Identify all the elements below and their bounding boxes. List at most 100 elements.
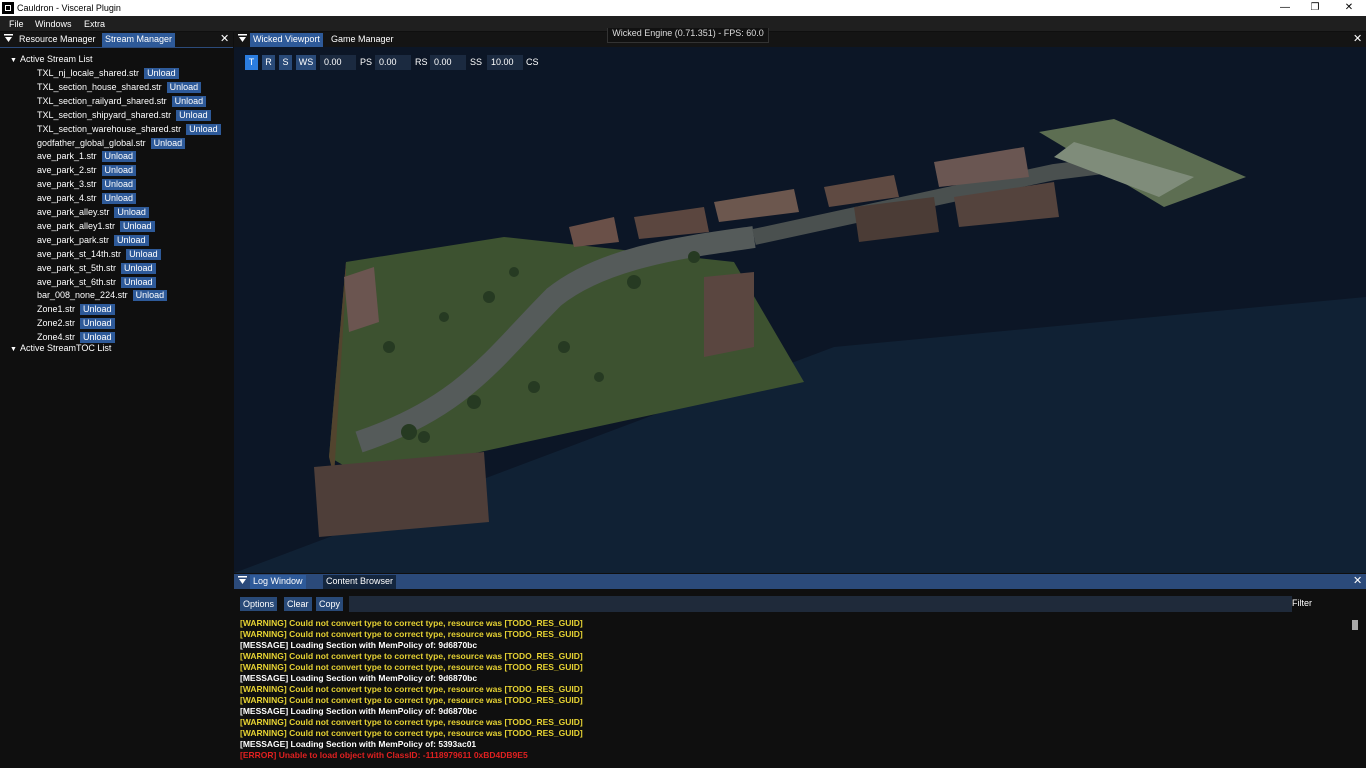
tab-log-window[interactable]: Log Window bbox=[250, 575, 306, 589]
stream-filename: ave_park_2.str bbox=[37, 165, 97, 176]
tab-content-browser[interactable]: Content Browser bbox=[323, 575, 397, 589]
stream-filename: Zone4.str bbox=[37, 332, 76, 343]
unload-button[interactable]: Unload bbox=[150, 137, 186, 149]
fps-overlay: Wicked Engine (0.71.351) - FPS: 60.0 bbox=[607, 28, 769, 43]
unload-button[interactable]: Unload bbox=[144, 68, 179, 79]
stream-filename: TXL_section_shipyard_shared.str bbox=[37, 109, 172, 120]
log-tab-panel: Log Window Content Browser ✕ bbox=[234, 574, 1366, 590]
log-line: [WARNING] Could not convert type to corr… bbox=[240, 629, 583, 639]
stream-filename: ave_park_alley.str bbox=[37, 207, 110, 217]
stream-filename: TXL_section_house_shared.str bbox=[37, 81, 162, 92]
log-line: [WARNING] Could not convert type to corr… bbox=[240, 618, 583, 628]
log-line: [MESSAGE] Loading Section with MemPolicy… bbox=[240, 673, 478, 683]
log-line: [WARNING] Could not convert type to corr… bbox=[240, 717, 583, 727]
stream-filename: ave_park_st_6th.str bbox=[37, 276, 117, 287]
rs-value-field[interactable]: 0.00 bbox=[430, 55, 466, 70]
stream-row: ave_park_3.str Unload bbox=[37, 178, 137, 191]
tree-node-active-stream-list[interactable]: ▼ Active Stream List bbox=[10, 54, 93, 64]
chevron-down-icon: ▼ bbox=[10, 346, 17, 353]
unload-button[interactable]: Unload bbox=[80, 304, 115, 316]
unload-button[interactable]: Unload bbox=[171, 95, 207, 107]
close-icon[interactable]: ✕ bbox=[1353, 575, 1362, 588]
unload-button[interactable]: Unload bbox=[101, 151, 137, 163]
stream-row: TXL_nj_locale_shared.str Unload bbox=[37, 67, 179, 79]
unload-button[interactable]: Unload bbox=[101, 165, 137, 177]
menu-windows[interactable]: Windows bbox=[35, 19, 72, 29]
stream-filename: TXL_section_railyard_shared.str bbox=[37, 95, 167, 106]
log-window: Options Clear Copy Filter [WARNING] Coul… bbox=[234, 589, 1366, 768]
tab-wicked-viewport[interactable]: Wicked Viewport bbox=[250, 33, 323, 47]
filter-label: Filter bbox=[1292, 598, 1312, 608]
world-space-button[interactable]: WS bbox=[296, 55, 316, 70]
scene-render bbox=[234, 47, 1366, 573]
menu-file[interactable]: File bbox=[9, 19, 24, 29]
unload-button[interactable]: Unload bbox=[101, 179, 137, 191]
unload-button[interactable]: Unload bbox=[132, 290, 168, 302]
clear-button[interactable]: Clear bbox=[284, 597, 312, 611]
stream-row: bar_008_none_224.str Unload bbox=[37, 289, 168, 302]
unload-button[interactable]: Unload bbox=[121, 262, 156, 274]
log-line: [WARNING] Could not convert type to corr… bbox=[240, 695, 583, 705]
unload-button[interactable]: Unload bbox=[176, 109, 211, 121]
log-line: [WARNING] Could not convert type to corr… bbox=[240, 662, 583, 672]
ss-value-field[interactable]: 10.00 bbox=[487, 55, 523, 70]
stream-row: ave_park_st_5th.str Unload bbox=[37, 262, 156, 274]
rotate-tool-button[interactable]: R bbox=[262, 55, 275, 70]
unload-button[interactable]: Unload bbox=[114, 234, 149, 246]
cs-label: CS bbox=[526, 57, 539, 67]
section-label: Active StreamTOC List bbox=[20, 343, 112, 353]
unload-button[interactable]: Unload bbox=[114, 207, 149, 218]
unload-button[interactable]: Unload bbox=[166, 81, 202, 93]
tab-resource-manager[interactable]: Resource Manager bbox=[16, 33, 99, 47]
tab-stream-manager[interactable]: Stream Manager bbox=[102, 33, 176, 47]
log-scrollbar[interactable] bbox=[1352, 620, 1358, 630]
stream-row: ave_park_alley.str Unload bbox=[37, 206, 149, 218]
unload-button[interactable]: Unload bbox=[186, 123, 221, 135]
stream-filename: godfather_global_global.str bbox=[37, 137, 146, 148]
stream-filename: ave_park_alley1.str bbox=[37, 220, 116, 231]
unload-button[interactable]: Unload bbox=[120, 220, 155, 232]
ws-value-field[interactable]: 0.00 bbox=[320, 55, 356, 70]
translate-tool-button[interactable]: T bbox=[245, 55, 258, 70]
stream-row: ave_park_4.str Unload bbox=[37, 192, 137, 205]
section-label: Active Stream List bbox=[20, 54, 93, 64]
close-icon[interactable]: ✕ bbox=[220, 33, 229, 46]
stream-filename: ave_park_3.str bbox=[37, 179, 97, 190]
window-titlebar: Cauldron - Visceral Plugin — ❐ ✕ bbox=[0, 0, 1366, 16]
tree-node-active-streamtoc-list[interactable]: ▼ Active StreamTOC List bbox=[10, 343, 111, 353]
stream-row: TXL_section_shipyard_shared.str Unload bbox=[37, 109, 211, 121]
left-tab-bar: Resource Manager Stream Manager ✕ bbox=[0, 32, 233, 48]
chevron-down-icon: ▼ bbox=[10, 57, 17, 64]
unload-button[interactable]: Unload bbox=[101, 193, 137, 205]
tab-game-manager[interactable]: Game Manager bbox=[328, 33, 397, 47]
log-line: [WARNING] Could not convert type to corr… bbox=[240, 651, 583, 661]
ps-label: PS bbox=[360, 57, 373, 67]
unload-button[interactable]: Unload bbox=[121, 276, 156, 288]
stream-row: TXL_section_railyard_shared.str Unload bbox=[37, 95, 207, 107]
stream-filename: Zone1.str bbox=[37, 304, 76, 315]
options-button[interactable]: Options bbox=[240, 597, 278, 611]
unload-button[interactable]: Unload bbox=[80, 332, 115, 344]
3d-viewport[interactable]: T R S WS 0.00 PS 0.00 RS 0.00 SS 10.00 C… bbox=[234, 47, 1366, 573]
unload-button[interactable]: Unload bbox=[80, 318, 115, 330]
filter-input[interactable] bbox=[349, 596, 1292, 612]
scale-tool-button[interactable]: S bbox=[279, 55, 292, 70]
unload-button[interactable]: Unload bbox=[126, 248, 161, 260]
stream-row: ave_park_1.str Unload bbox=[37, 150, 137, 163]
restore-button[interactable]: ❐ bbox=[1300, 0, 1330, 16]
stream-filename: Zone2.str bbox=[37, 318, 76, 329]
copy-button[interactable]: Copy bbox=[316, 597, 344, 611]
log-line: [ERROR] Unable to load object with Class… bbox=[240, 750, 528, 760]
close-icon[interactable]: ✕ bbox=[1353, 33, 1362, 46]
ps-value-field[interactable]: 0.00 bbox=[375, 55, 411, 70]
menu-extra[interactable]: Extra bbox=[84, 19, 105, 29]
stream-row: TXL_section_warehouse_shared.str Unload bbox=[37, 123, 221, 135]
stream-filename: ave_park_st_14th.str bbox=[37, 248, 122, 259]
minimize-button[interactable]: — bbox=[1270, 0, 1300, 16]
stream-filename: ave_park_st_5th.str bbox=[37, 262, 117, 273]
log-line: [WARNING] Could not convert type to corr… bbox=[240, 728, 583, 738]
stream-filename: ave_park_park.str bbox=[37, 234, 110, 245]
close-window-button[interactable]: ✕ bbox=[1334, 0, 1364, 16]
stream-row: ave_park_st_14th.str Unload bbox=[37, 248, 161, 260]
stream-row: ave_park_alley1.str Unload bbox=[37, 220, 155, 232]
